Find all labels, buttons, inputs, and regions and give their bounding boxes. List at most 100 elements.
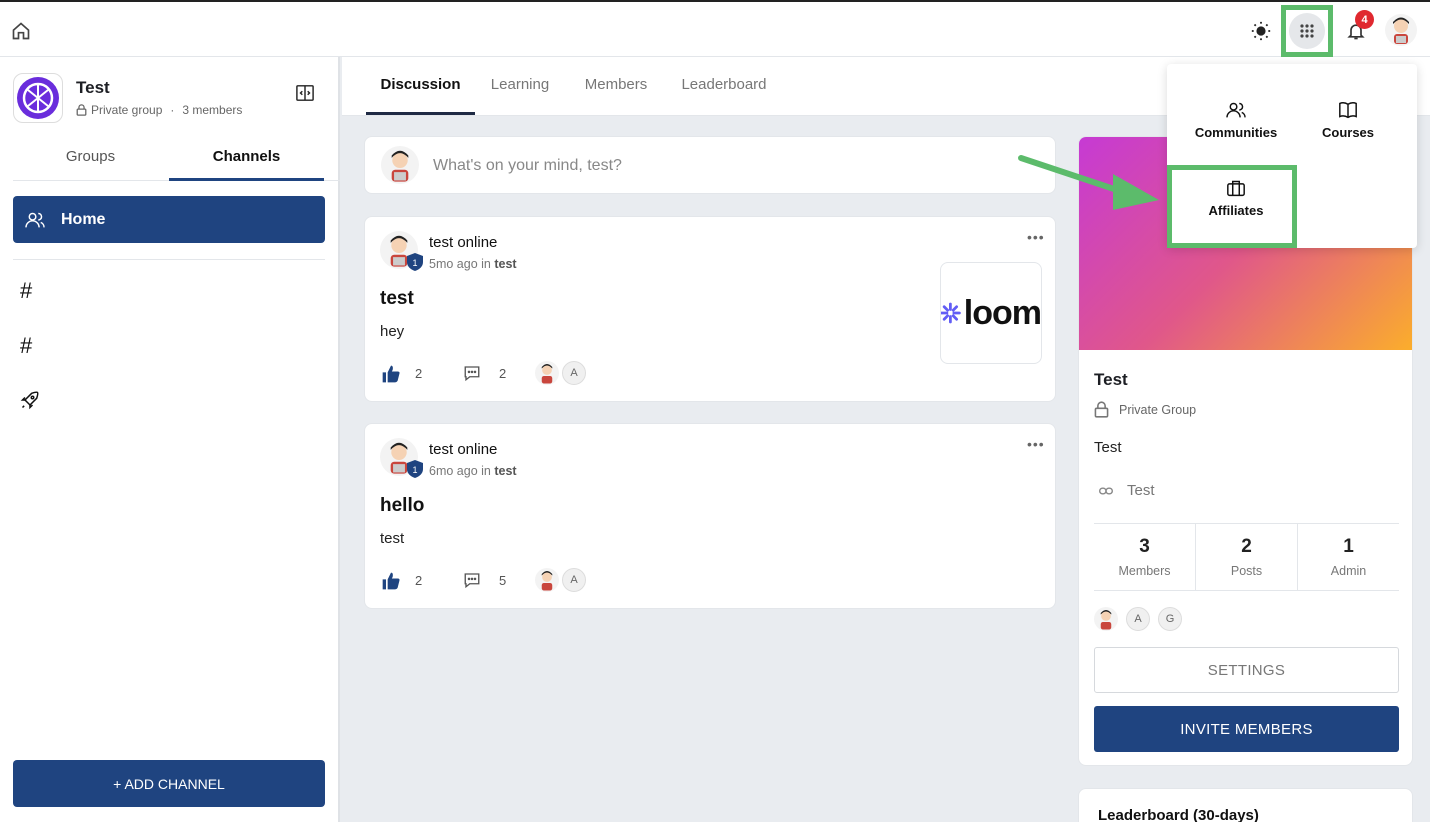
like-icon[interactable] [381, 571, 401, 591]
more-options-icon[interactable]: ••• [1027, 229, 1045, 245]
lock-icon [76, 104, 87, 116]
post-meta: 5mo ago in test [429, 257, 517, 271]
app-item-label: Courses [1321, 124, 1375, 140]
like-count: 2 [415, 366, 423, 381]
sidebar-item-label: Home [61, 210, 106, 228]
more-options-icon[interactable]: ••• [1027, 436, 1045, 452]
composer-avatar [381, 146, 419, 184]
group-meta: Private group · 3 members [76, 103, 242, 117]
affiliates-highlight [1167, 165, 1297, 248]
group-logo [13, 73, 63, 123]
composer-input[interactable] [433, 151, 1033, 181]
post-channel[interactable]: test [494, 257, 516, 271]
stat-members: 3 Members [1094, 524, 1196, 590]
sidebar-item-home[interactable]: Home [13, 196, 325, 243]
invite-members-button[interactable]: INVITE MEMBERS [1094, 706, 1399, 752]
tab-leaderboard[interactable]: Leaderboard [672, 57, 776, 115]
channel-item-3[interactable] [20, 385, 50, 415]
post-channel[interactable]: test [494, 464, 516, 478]
post-author[interactable]: test online [429, 234, 497, 251]
group-card-title: Test [1094, 370, 1128, 389]
level-badge-icon: 1 [407, 253, 423, 271]
channel-item-1[interactable]: # [20, 276, 50, 306]
level-badge-icon: 1 [407, 460, 423, 478]
collapse-sidebar-icon[interactable] [295, 83, 315, 103]
group-card-link[interactable]: Test [1099, 482, 1155, 499]
apps-grid-icon[interactable] [1289, 13, 1325, 49]
reactor-avatar [535, 568, 559, 592]
leaderboard-card: Leaderboard (30-days) [1078, 788, 1413, 822]
comment-count: 2 [499, 366, 507, 381]
group-privacy: Private group [91, 103, 163, 117]
add-channel-button[interactable]: + ADD CHANNEL [13, 760, 325, 807]
post-composer[interactable] [364, 136, 1056, 194]
post-meta: 6mo ago in test [429, 464, 517, 478]
member-avatar-initial: A [1126, 607, 1150, 631]
loom-text: loom [963, 293, 1041, 332]
stat-label: Members [1118, 564, 1171, 578]
like-icon[interactable] [381, 364, 401, 384]
post-time: 6mo ago [429, 464, 478, 478]
app-item-courses[interactable]: Courses [1292, 92, 1404, 148]
tab-groups[interactable]: Groups [13, 145, 168, 181]
rocket-icon [20, 391, 39, 410]
theme-toggle-sun-icon[interactable] [1248, 18, 1274, 44]
tab-members[interactable]: Members [574, 57, 658, 115]
stat-value: 3 [1139, 536, 1150, 557]
loom-logo-icon [941, 302, 961, 324]
reactor-avatar-initial: A [562, 361, 586, 385]
stat-value: 2 [1241, 536, 1252, 557]
post-card: 1 test online 5mo ago in test ••• test h… [364, 216, 1056, 402]
group-member-count: 3 members [182, 103, 243, 117]
hash-icon: # [20, 278, 33, 303]
member-avatar [1094, 607, 1118, 631]
group-stats: 3 Members 2 Posts 1 Admin [1094, 523, 1399, 591]
book-icon [1339, 101, 1357, 118]
tab-discussion[interactable]: Discussion [366, 57, 475, 115]
post-body: test [380, 530, 405, 547]
channel-item-2[interactable]: # [20, 331, 50, 361]
group-card-description: Test [1094, 439, 1122, 456]
member-avatars: A G [1094, 607, 1182, 631]
reactor-avatar [535, 361, 559, 385]
home-icon[interactable] [9, 19, 33, 43]
notification-badge: 4 [1355, 10, 1374, 29]
group-card-privacy: Private Group [1094, 401, 1196, 418]
tab-learning[interactable]: Learning [482, 57, 558, 115]
top-bar: 4 [0, 0, 1430, 57]
tab-channels[interactable]: Channels [169, 145, 324, 181]
post-title[interactable]: hello [380, 495, 424, 517]
svg-text:1: 1 [412, 258, 417, 268]
post-author[interactable]: test online [429, 441, 497, 458]
user-avatar[interactable] [1385, 14, 1417, 46]
settings-button[interactable]: SETTINGS [1094, 647, 1399, 693]
post-title[interactable]: test [380, 288, 414, 310]
member-avatar-initial: G [1158, 607, 1182, 631]
app-item-communities[interactable]: Communities [1180, 92, 1292, 148]
meta-separator: · [170, 103, 175, 117]
group-card-privacy-label: Private Group [1119, 402, 1197, 417]
svg-text:1: 1 [412, 465, 417, 475]
reactor-avatar-initial: A [562, 568, 586, 592]
stat-admin: 1 Admin [1298, 524, 1399, 590]
comment-icon[interactable] [463, 364, 483, 384]
annotation-arrow [1018, 155, 1159, 210]
comment-count: 5 [499, 573, 507, 588]
sidebar-tabs: Groups Channels [13, 145, 340, 181]
comment-icon[interactable] [463, 571, 483, 591]
post-in-label: in [481, 257, 491, 271]
hash-icon: # [20, 333, 33, 358]
group-card-link-text: Test [1127, 482, 1155, 499]
users-icon [1226, 102, 1246, 117]
lock-icon [1094, 401, 1109, 418]
link-icon [1099, 487, 1113, 494]
stat-posts: 2 Posts [1196, 524, 1298, 590]
post-time: 5mo ago [429, 257, 478, 271]
stat-value: 1 [1343, 536, 1354, 557]
loom-attachment[interactable]: loom [940, 262, 1042, 364]
leaderboard-title: Leaderboard (30-days) [1098, 807, 1259, 822]
post-card: 1 test online 6mo ago in test ••• hello … [364, 423, 1056, 609]
like-count: 2 [415, 573, 423, 588]
stat-label: Admin [1330, 564, 1367, 578]
sidebar-divider [13, 259, 325, 260]
